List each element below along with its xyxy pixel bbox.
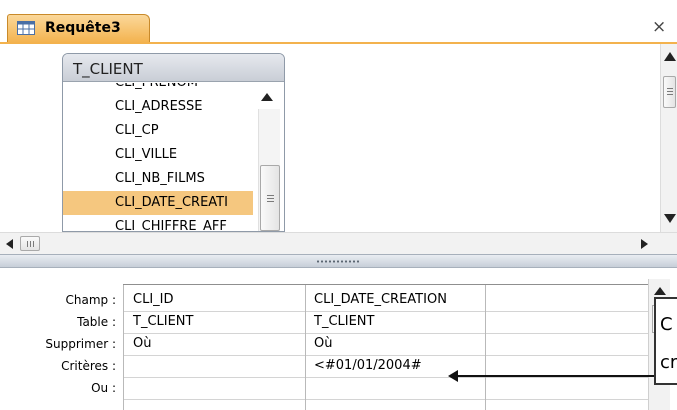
grid-top-border: [123, 284, 660, 285]
table-title-bar[interactable]: T_CLIENT: [63, 54, 284, 82]
field-item[interactable]: CLI_PRENOM: [63, 83, 253, 95]
table-name: T_CLIENT: [73, 60, 143, 78]
grid-cell-supprimer[interactable]: Où: [128, 333, 304, 355]
field-item[interactable]: CLI_CHIFFRE_AFF: [63, 215, 253, 231]
grid-cell-table[interactable]: [489, 311, 647, 333]
grid-cell-champ[interactable]: CLI_ID: [128, 289, 304, 311]
field-list[interactable]: CLI_PRENOM CLI_ADRESSE CLI_CP CLI_VILLE …: [63, 83, 253, 231]
table-field-list[interactable]: T_CLIENT CLI_PRENOM CLI_ADRESSE CLI_CP C…: [62, 53, 285, 232]
grid-cell-table[interactable]: T_CLIENT: [128, 311, 304, 333]
grid-column-divider: [485, 285, 486, 410]
scroll-up-icon[interactable]: [664, 52, 676, 61]
grid-column-divider: [305, 285, 306, 410]
field-item-selected[interactable]: CLI_DATE_CREATI: [63, 191, 253, 215]
splitter-grip-icon[interactable]: [316, 260, 360, 263]
scroll-up-icon[interactable]: [261, 93, 273, 101]
scroll-thumb[interactable]: [20, 236, 40, 251]
grid-row-divider: [123, 399, 660, 400]
tab-title: Requête3: [45, 20, 121, 36]
grid-cell-table[interactable]: T_CLIENT: [309, 311, 484, 333]
grid-cell-criteres[interactable]: [128, 355, 304, 377]
grid-cell-champ[interactable]: CLI_DATE_CREATION: [309, 289, 484, 311]
callout-line-1: C: [660, 314, 673, 335]
row-label-ou: Ou :: [91, 381, 116, 395]
grid-column-divider: [123, 285, 124, 410]
query-icon: [17, 21, 35, 35]
tab-requete3[interactable]: Requête3: [7, 14, 150, 43]
row-label-champ: Champ :: [65, 293, 116, 307]
row-label-criteres: Critères :: [61, 359, 116, 373]
field-item[interactable]: CLI_NB_FILMS: [63, 167, 253, 191]
row-label-table: Table :: [77, 315, 116, 329]
field-item[interactable]: CLI_VILLE: [63, 143, 253, 167]
scroll-left-icon[interactable]: [6, 239, 13, 249]
close-icon[interactable]: ×: [652, 17, 666, 37]
design-vertical-scrollbar[interactable]: [660, 44, 677, 232]
grid-cell-supprimer[interactable]: Où: [309, 333, 484, 355]
scroll-thumb[interactable]: [260, 165, 280, 231]
scroll-right-icon[interactable]: [641, 239, 648, 249]
pane-splitter[interactable]: [0, 254, 677, 268]
scroll-thumb[interactable]: [663, 76, 676, 108]
document-tab-strip: Requête3 ×: [0, 0, 677, 43]
grid-row-divider: [123, 377, 660, 378]
scroll-track[interactable]: [258, 109, 280, 231]
field-item[interactable]: CLI_CP: [63, 119, 253, 143]
grid-cell-champ[interactable]: [489, 289, 647, 311]
scroll-down-icon[interactable]: [664, 214, 676, 223]
field-list-scrollbar[interactable]: [253, 83, 284, 231]
arrow-head-icon: [448, 370, 458, 382]
annotation-callout: C cr: [654, 297, 677, 385]
scroll-up-icon[interactable]: [654, 287, 666, 295]
annotation-arrow-line: [456, 375, 656, 377]
design-horizontal-scrollbar[interactable]: [0, 232, 677, 254]
field-item[interactable]: CLI_ADRESSE: [63, 95, 253, 119]
row-label-supprimer: Supprimer :: [45, 337, 116, 351]
callout-line-2: cr: [660, 352, 677, 373]
